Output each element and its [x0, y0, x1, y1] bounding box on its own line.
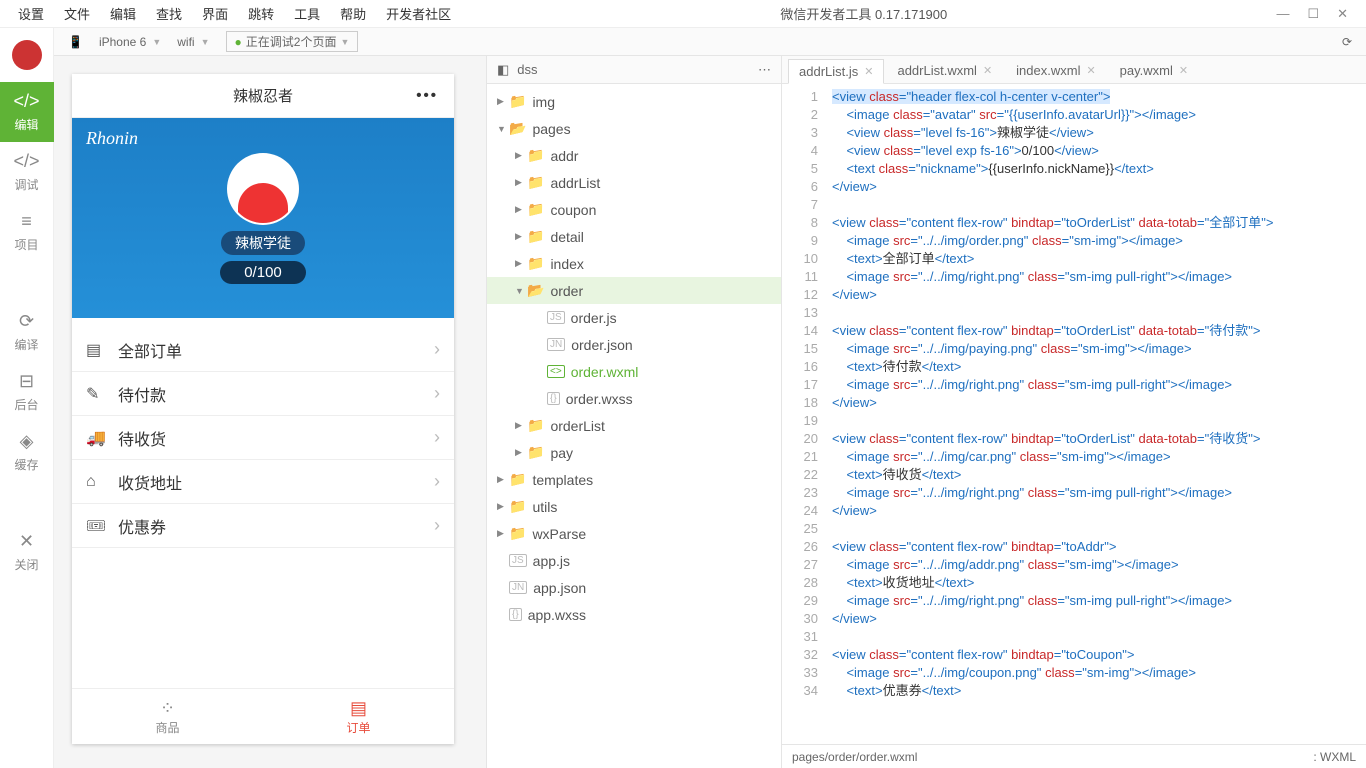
editor-tab[interactable]: addrList.wxml✕ — [886, 58, 1003, 83]
folder-addrList[interactable]: ▶📁addrList — [487, 169, 781, 196]
chevron-right-icon: › — [434, 515, 440, 536]
file-language: : WXML — [1313, 750, 1356, 764]
sidebar-edit[interactable]: </>编辑 — [0, 82, 54, 142]
statusbar: pages/order/order.wxml : WXML — [782, 744, 1366, 768]
menu-row[interactable]: ▤ 全部订单 › — [72, 328, 454, 372]
editor-tab[interactable]: pay.wxml✕ — [1109, 58, 1199, 83]
menu-icon: ✎ — [86, 384, 108, 404]
menubar: 设置文件编辑查找界面跳转工具帮助开发者社区 微信开发者工具 0.17.17190… — [0, 0, 1366, 28]
user-avatar-icon[interactable] — [12, 40, 42, 70]
chevron-right-icon: › — [434, 471, 440, 492]
menu-label: 全部订单 — [118, 338, 182, 362]
editor-tab[interactable]: addrList.js✕ — [788, 59, 884, 84]
close-tab-icon[interactable]: ✕ — [1086, 64, 1095, 77]
folder-utils[interactable]: ▶📁utils — [487, 493, 781, 520]
maximize-icon[interactable]: ☐ — [1307, 6, 1319, 22]
chevron-right-icon: › — [434, 427, 440, 448]
folder-wxParse[interactable]: ▶📁wxParse — [487, 520, 781, 547]
simulator-toolbar: 📱 iPhone 6▼ wifi▼ ●正在调试2个页面▼ ⟳ — [54, 28, 1366, 56]
minimize-icon[interactable]: — — [1276, 6, 1289, 22]
tab-goods[interactable]: ⁘商品 — [72, 689, 263, 744]
menu-item[interactable]: 帮助 — [330, 4, 376, 23]
close-tab-icon[interactable]: ✕ — [1179, 64, 1188, 77]
file-app-json[interactable]: JNapp.json — [487, 574, 781, 601]
menu-label: 优惠券 — [118, 514, 166, 538]
menu-label: 待收货 — [118, 426, 166, 450]
avatar-icon — [227, 153, 299, 225]
close-icon[interactable]: ✕ — [1337, 6, 1348, 22]
sidebar-debug[interactable]: </>调试 — [0, 142, 54, 202]
phone-navbar: 辣椒忍者 ••• — [72, 74, 454, 118]
menu-icon: 🎟 — [86, 516, 108, 536]
menu-item[interactable]: 设置 — [8, 4, 54, 23]
more-icon[interactable]: ⋯ — [758, 62, 771, 78]
menu-row[interactable]: ✎ 待付款 › — [72, 372, 454, 416]
file-app-wxss[interactable]: {}app.wxss — [487, 601, 781, 628]
editor-tab[interactable]: index.wxml✕ — [1005, 58, 1107, 83]
chevron-right-icon: › — [434, 339, 440, 360]
sidebar-project[interactable]: ≡项目 — [0, 202, 54, 262]
file-order-wxss[interactable]: {}order.wxss — [487, 385, 781, 412]
left-sidebar: </>编辑 </>调试 ≡项目 ⟳编译 ⊟后台 ◈缓存 ✕关闭 — [0, 28, 54, 768]
tab-order[interactable]: ▤订单 — [263, 689, 454, 744]
menu-item[interactable]: 开发者社区 — [376, 4, 461, 23]
profile-hero: Rhonin 辣椒学徒 0/100 — [72, 118, 454, 318]
network-select[interactable]: wifi▼ — [169, 35, 217, 49]
file-path: pages/order/order.wxml — [792, 750, 917, 764]
device-select[interactable]: iPhone 6▼ — [91, 35, 169, 49]
editor-pane: addrList.js✕addrList.wxml✕index.wxml✕pay… — [782, 56, 1366, 768]
menu-row[interactable]: ⌂ 收货地址 › — [72, 460, 454, 504]
folder-detail[interactable]: ▶📁detail — [487, 223, 781, 250]
folder-img[interactable]: ▶📁img — [487, 88, 781, 115]
folder-order[interactable]: ▼📂order — [487, 277, 781, 304]
nickname: Rhonin — [86, 128, 138, 149]
collapse-icon[interactable]: ◧ — [497, 62, 509, 78]
simulator-pane: 辣椒忍者 ••• Rhonin 辣椒学徒 0/100 ▤ 全部订单 › ✎ 待付款 › 🚚 待… — [54, 56, 486, 768]
menu-item[interactable]: 编辑 — [100, 4, 146, 23]
menu-row[interactable]: 🚚 待收货 › — [72, 416, 454, 460]
folder-index[interactable]: ▶📁index — [487, 250, 781, 277]
menu-item[interactable]: 查找 — [146, 4, 192, 23]
file-explorer: ◧ dss ⋯ ▶📁img ▼📂pages ▶📁addr ▶📁addrList … — [486, 56, 782, 768]
code-editor[interactable]: 1234567891011121314151617181920212223242… — [782, 84, 1366, 744]
menu-row[interactable]: 🎟 优惠券 › — [72, 504, 454, 548]
close-tab-icon[interactable]: ✕ — [864, 65, 873, 78]
folder-templates[interactable]: ▶📁templates — [487, 466, 781, 493]
chevron-right-icon: › — [434, 383, 440, 404]
sidebar-close[interactable]: ✕关闭 — [0, 522, 54, 582]
folder-pages[interactable]: ▼📂pages — [487, 115, 781, 142]
folder-coupon[interactable]: ▶📁coupon — [487, 196, 781, 223]
menu-item[interactable]: 工具 — [284, 4, 330, 23]
refresh-icon[interactable]: ⟳ — [1342, 35, 1352, 49]
file-order-json[interactable]: JNorder.json — [487, 331, 781, 358]
folder-pay[interactable]: ▶📁pay — [487, 439, 781, 466]
level-badge: 辣椒学徒 — [221, 231, 305, 255]
exp-badge: 0/100 — [220, 261, 306, 284]
menu-item[interactable]: 界面 — [192, 4, 238, 23]
menu-label: 收货地址 — [118, 470, 182, 494]
folder-addr[interactable]: ▶📁addr — [487, 142, 781, 169]
phone-frame: 辣椒忍者 ••• Rhonin 辣椒学徒 0/100 ▤ 全部订单 › ✎ 待付款 › 🚚 待… — [72, 74, 454, 744]
project-name: dss — [517, 62, 537, 77]
sidebar-backend[interactable]: ⊟后台 — [0, 362, 54, 422]
phone-icon[interactable]: 📱 — [68, 35, 83, 49]
menu-icon: ⌂ — [86, 473, 108, 491]
close-tab-icon[interactable]: ✕ — [983, 64, 992, 77]
menu-icon: 🚚 — [86, 428, 108, 448]
sidebar-compile[interactable]: ⟳编译 — [0, 302, 54, 362]
app-title: 辣椒忍者 — [233, 85, 293, 106]
menu-item[interactable]: 文件 — [54, 4, 100, 23]
folder-orderList[interactable]: ▶📁orderList — [487, 412, 781, 439]
editor-tabs: addrList.js✕addrList.wxml✕index.wxml✕pay… — [782, 56, 1366, 84]
sidebar-cache[interactable]: ◈缓存 — [0, 422, 54, 482]
file-app-js[interactable]: JSapp.js — [487, 547, 781, 574]
menu-item[interactable]: 跳转 — [238, 4, 284, 23]
more-icon[interactable]: ••• — [416, 87, 438, 104]
file-order-js[interactable]: JSorder.js — [487, 304, 781, 331]
menu-icon: ▤ — [86, 340, 108, 360]
window-title: 微信开发者工具 0.17.171900 — [461, 4, 1266, 23]
debug-status[interactable]: ●正在调试2个页面▼ — [226, 31, 359, 52]
file-order-wxml[interactable]: <>order.wxml — [487, 358, 781, 385]
menu-label: 待付款 — [118, 382, 166, 406]
